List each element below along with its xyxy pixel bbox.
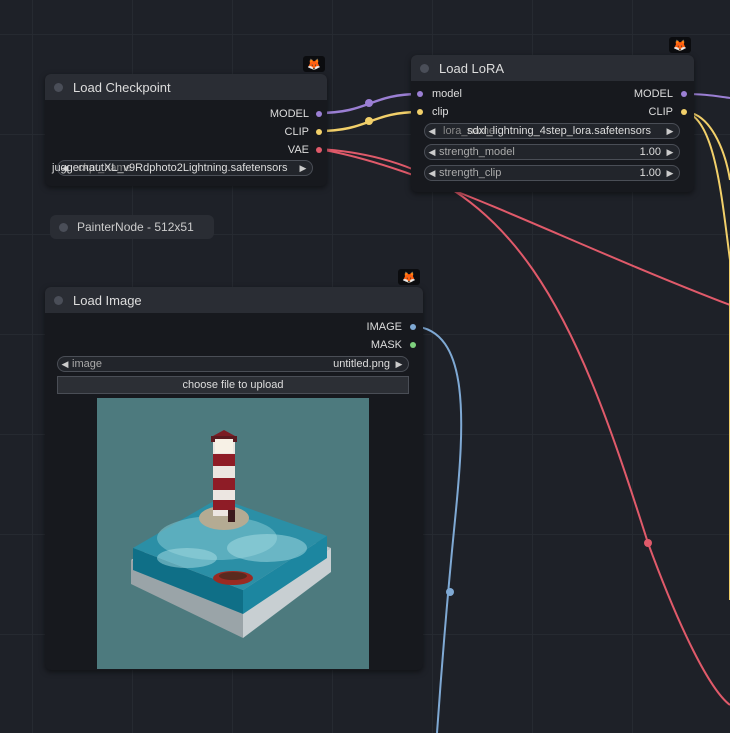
widget-value: untitled.png (333, 358, 390, 370)
fox-icon: 🦊 (669, 37, 691, 53)
load-image-node[interactable]: Load Image IMAGE MASK ◀ image untitled.p… (45, 287, 423, 670)
widget-value: 1.00 (639, 146, 661, 158)
strength-clip-slider[interactable]: ◀ strength_clip 1.00 ▶ (424, 165, 680, 181)
node-title: PainterNode - 512x51 (77, 220, 194, 234)
port-label: CLIP (648, 106, 673, 118)
input-model[interactable]: model (417, 87, 462, 101)
port-label: MODEL (269, 108, 309, 120)
widget-label: strength_model (439, 146, 515, 158)
output-model[interactable]: MODEL (270, 107, 322, 121)
output-mask[interactable]: MASK (371, 338, 416, 352)
output-vae[interactable]: VAE (288, 143, 322, 157)
widget-label: image (72, 358, 102, 370)
collapse-dot[interactable] (59, 222, 68, 232)
strength-model-slider[interactable]: ◀ strength_model 1.00 ▶ (424, 144, 680, 160)
node-header[interactable]: Load Checkpoint (45, 74, 327, 100)
fox-icon: 🦊 (303, 56, 325, 72)
port-dot[interactable] (681, 91, 687, 97)
vae-wire-midpoint (644, 539, 652, 547)
painter-node-collapsed[interactable]: PainterNode - 512x51 (50, 215, 214, 239)
port-label: IMAGE (366, 321, 402, 333)
port-dot[interactable] (417, 109, 423, 115)
load-lora-node[interactable]: Load LoRA model clip MODEL CLIP ◀ lora_n… (411, 55, 694, 192)
collapse-dot[interactable] (420, 63, 429, 73)
increment-arrow-icon[interactable]: ▶ (663, 147, 677, 158)
combo-right-arrow-icon[interactable]: ▶ (663, 126, 677, 137)
port-dot[interactable] (316, 147, 322, 153)
image-wire-midpoint (446, 588, 454, 596)
decrement-arrow-icon[interactable]: ◀ (425, 168, 439, 179)
port-dot[interactable] (417, 91, 423, 97)
output-image[interactable]: IMAGE (367, 320, 416, 334)
node-title: Load LoRA (439, 60, 505, 76)
node-header[interactable]: Load Image (45, 287, 423, 313)
clip-wire-midpoint (365, 117, 373, 125)
port-label: MODEL (633, 88, 673, 100)
combo-right-arrow-icon[interactable]: ▶ (392, 359, 406, 370)
image-preview (97, 398, 369, 669)
ckpt-name-combo[interactable]: ◀ ckpt_name juggernautXL_v9Rdphoto2Light… (52, 160, 313, 176)
port-label: CLIP (284, 126, 309, 138)
output-clip[interactable]: CLIP (649, 105, 687, 119)
combo-left-arrow-icon[interactable]: ◀ (58, 359, 72, 370)
port-label: clip (432, 106, 449, 118)
port-label: VAE (287, 144, 309, 156)
port-dot[interactable] (410, 324, 416, 330)
upload-button[interactable]: choose file to upload (57, 376, 409, 394)
model-wire-midpoint (365, 99, 373, 107)
widget-label: strength_clip (439, 167, 502, 179)
widget-value: 1.00 (639, 167, 661, 179)
port-dot[interactable] (681, 109, 687, 115)
widget-value: juggernautXL_v9Rdphoto2Lightning.safeten… (52, 162, 288, 174)
widget-value: sdxl_lightning_4step_lora.safetensors (467, 125, 652, 137)
fox-icon: 🦊 (398, 269, 420, 285)
decrement-arrow-icon[interactable]: ◀ (425, 147, 439, 158)
load-checkpoint-node[interactable]: Load Checkpoint MODEL CLIP VAE ◀ ckpt_na… (45, 74, 327, 186)
port-dot[interactable] (316, 111, 322, 117)
collapse-dot[interactable] (54, 82, 63, 92)
port-dot[interactable] (410, 342, 416, 348)
port-dot[interactable] (316, 129, 322, 135)
collapse-dot[interactable] (54, 295, 63, 305)
combo-left-arrow-icon[interactable]: ◀ (425, 126, 439, 137)
input-clip[interactable]: clip (417, 105, 449, 119)
port-label: model (432, 88, 462, 100)
node-header[interactable]: Load LoRA (411, 55, 694, 81)
lora-name-combo[interactable]: ◀ lora_name sdxl_lightning_4step_lora.sa… (424, 123, 680, 139)
image-combo[interactable]: ◀ image untitled.png ▶ (57, 356, 409, 372)
port-label: MASK (370, 339, 402, 351)
node-title: Load Image (73, 292, 142, 308)
combo-right-arrow-icon[interactable]: ▶ (296, 163, 310, 174)
output-model[interactable]: MODEL (634, 87, 687, 101)
increment-arrow-icon[interactable]: ▶ (663, 168, 677, 179)
output-clip[interactable]: CLIP (285, 125, 322, 139)
node-title: Load Checkpoint (73, 79, 171, 95)
